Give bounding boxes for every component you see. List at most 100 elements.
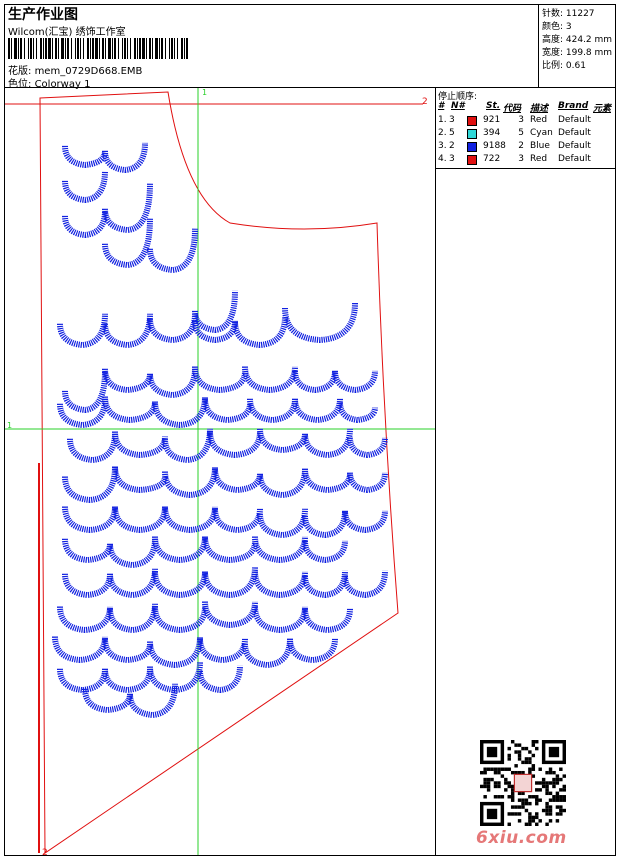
fish-scale-arc	[107, 568, 158, 599]
barcode-bar	[8, 38, 10, 59]
barcode-bar	[30, 38, 32, 59]
guide-label-top: 1	[202, 88, 207, 97]
barcode-bar	[77, 38, 79, 59]
barcode	[8, 38, 188, 59]
fish-scale-arc	[147, 313, 198, 344]
qr-module	[504, 788, 508, 792]
qr-module	[535, 822, 539, 826]
barcode-bar	[58, 38, 59, 59]
qr-module	[507, 784, 511, 789]
col-index: #	[438, 101, 445, 111]
page-title: 生产作业图	[8, 7, 78, 23]
fish-scale-arc	[302, 468, 353, 494]
qr-module	[507, 822, 511, 826]
qr-module	[545, 808, 549, 813]
qr-module	[552, 795, 556, 799]
qr-module	[559, 767, 563, 771]
barcode-bar	[169, 38, 170, 59]
qr-module	[514, 812, 518, 816]
barcode-bar	[80, 38, 81, 59]
fish-scale-arc	[62, 573, 113, 599]
qr-module	[524, 746, 529, 751]
qr-module	[524, 798, 529, 802]
fish-scale-arc	[102, 183, 153, 234]
qr-module	[490, 777, 494, 782]
stat-scale: 比例: 0.61	[542, 61, 586, 71]
qr-module	[545, 784, 549, 789]
fish-scale-arc	[242, 366, 298, 394]
row-code: 3	[518, 154, 524, 164]
fish-scale-arc	[337, 402, 378, 424]
qr-module	[559, 795, 563, 799]
fish-scale-arc	[292, 398, 343, 424]
qr-module	[517, 805, 522, 809]
qr-module	[528, 750, 532, 754]
row-needle: 3	[449, 154, 455, 164]
fish-scale-arc	[342, 510, 388, 534]
qr-module	[541, 808, 546, 813]
qr-module	[490, 767, 494, 771]
barcode-bar	[124, 38, 126, 59]
qr-module	[517, 798, 522, 802]
qr-module	[541, 784, 546, 789]
fish-scale-arc	[62, 466, 118, 504]
fish-scale-arc	[102, 368, 153, 394]
qr-module	[524, 757, 529, 761]
row-index: 1.	[438, 115, 447, 125]
fish-scale-arc	[197, 665, 243, 694]
barcode-bar	[122, 38, 123, 59]
qr-module	[497, 784, 501, 789]
fish-scale-arc	[252, 536, 308, 564]
fish-scale-arc	[257, 468, 308, 499]
fish-scale-arc	[62, 170, 108, 204]
fish-scale-arc	[147, 228, 198, 274]
qr-module	[497, 781, 501, 785]
qr-module	[514, 805, 518, 809]
qr-module	[507, 812, 511, 816]
qr-module	[545, 781, 549, 785]
row-brand: Default	[558, 128, 591, 138]
qr-module	[538, 819, 542, 823]
qr-module	[548, 791, 553, 796]
qr-module	[552, 784, 556, 789]
qr-module	[517, 753, 522, 758]
qr-module	[497, 795, 501, 799]
barcode-bar	[139, 38, 141, 59]
barcode-bar	[71, 38, 72, 59]
row-description: Red	[530, 115, 548, 125]
row-stitches: 722	[483, 154, 501, 164]
fish-scale-arc	[102, 668, 153, 694]
qr-module	[559, 808, 563, 813]
row-index: 2.	[438, 128, 447, 138]
fish-scale-arc	[212, 508, 263, 534]
qr-module	[528, 819, 532, 823]
fish-scale-arc	[347, 437, 388, 459]
fish-scale-arc	[162, 466, 218, 499]
stat-width: 宽度: 199.8 mm	[542, 48, 613, 58]
qr-module	[510, 812, 515, 816]
barcode-bar	[11, 38, 12, 59]
qr-module	[493, 795, 498, 799]
guide-label-left: 1	[7, 421, 12, 430]
row-brand: Default	[558, 115, 591, 125]
qr-module	[545, 770, 549, 775]
qr-module	[486, 781, 491, 785]
qr-module	[480, 770, 484, 775]
fish-scale-arc	[57, 313, 108, 349]
color-swatch	[467, 155, 477, 165]
qr-module	[483, 784, 487, 789]
fish-scale-arc	[67, 433, 118, 464]
qr-module	[562, 788, 566, 792]
qr-module	[480, 784, 484, 789]
row-brand: Default	[558, 154, 591, 164]
qr-module	[531, 753, 536, 758]
qr-module	[531, 740, 536, 744]
fish-scale-arc	[302, 540, 348, 564]
qr-module	[562, 795, 566, 799]
stats-panel: 针数: 11227 颜色: 3 高度: 424.2 mm 宽度: 199.8 m…	[538, 4, 616, 88]
barcode-bar	[83, 38, 84, 59]
qr-module	[548, 808, 553, 813]
qr-module	[555, 798, 560, 802]
qr-module	[559, 777, 563, 782]
barcode-bar	[152, 38, 153, 59]
